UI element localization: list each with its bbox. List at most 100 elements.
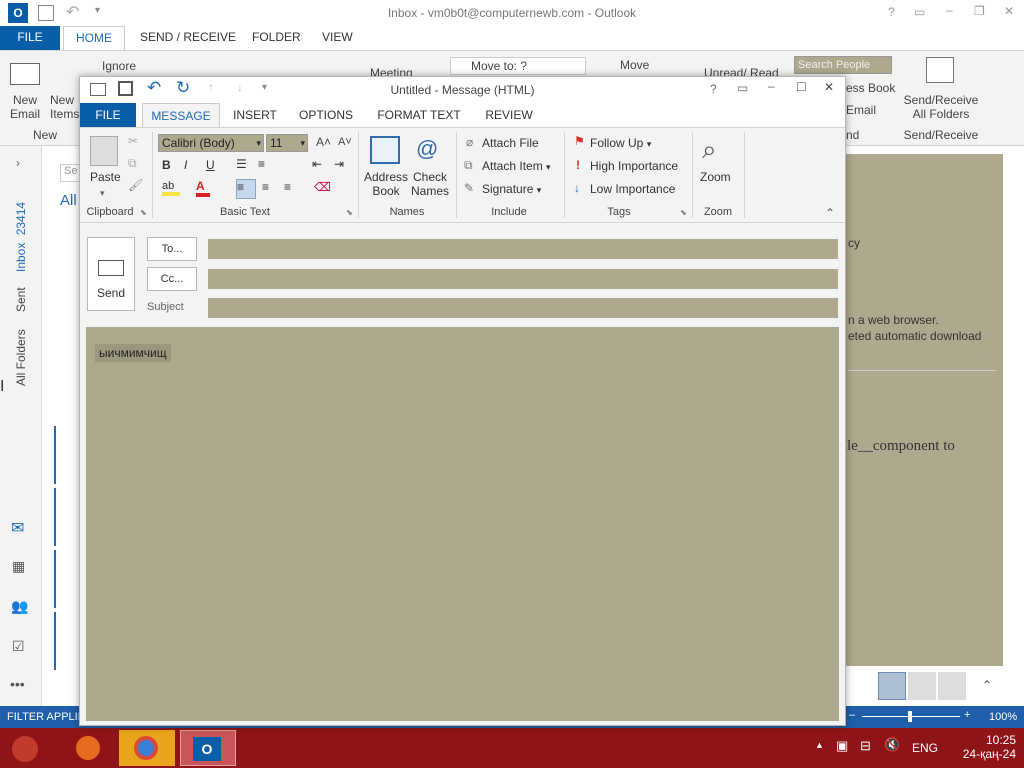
zoom-in-icon[interactable]: + [964,709,970,721]
move-to-quick-step[interactable]: Move to: ? [450,57,586,75]
minimize-icon[interactable]: – [946,3,953,17]
clock[interactable]: 10:25 24-қаң-24 [944,733,1016,761]
cc-field[interactable] [208,269,838,289]
show-hidden-icons-icon[interactable]: ▲ [815,740,824,750]
to-button[interactable]: To... [147,237,197,261]
close-icon[interactable]: ✕ [824,80,834,94]
people-pane-avatar[interactable] [878,672,906,700]
firefox-taskbar-button[interactable] [62,730,118,766]
people-pane-avatar[interactable] [908,672,936,700]
tab-review[interactable]: REVIEW [480,103,538,127]
tab-format-text[interactable]: FORMAT TEXT [374,103,464,127]
attach-item-button[interactable]: Attach Item ▾ [482,159,551,173]
numbering-icon[interactable]: ≡ [258,157,265,171]
tab-options[interactable]: OPTIONS [294,103,358,127]
restore-icon[interactable]: ❐ [974,4,985,18]
tab-insert[interactable]: INSERT [230,103,280,127]
copy-icon[interactable]: ⧉ [128,156,137,171]
italic-icon[interactable]: I [184,158,187,172]
close-icon[interactable]: ✕ [1004,4,1014,18]
zoom-magnifier-icon[interactable]: ⌕ [702,134,717,166]
font-name-select[interactable]: Calibri (Body) ▾ [158,134,264,152]
tab-folder[interactable]: FOLDER [252,26,301,50]
collapse-ribbon-icon[interactable]: ⌃ [825,206,835,220]
ribbon-display-icon[interactable]: ▭ [914,5,925,19]
send-receive-all-button[interactable]: Send/Receive All Folders [900,93,982,121]
tab-file[interactable]: FILE [0,26,60,50]
check-names-icon[interactable]: @ [416,136,438,162]
new-items-button[interactable]: New Items [50,93,80,121]
action-center-icon[interactable]: ▣ [836,738,848,754]
paste-icon[interactable] [90,136,118,166]
tab-file[interactable]: FILE [80,103,136,127]
minimize-icon[interactable]: – [768,79,775,93]
mail-icon[interactable]: ✉ [11,518,24,538]
underline-icon[interactable]: U [206,158,215,172]
address-book-button[interactable]: Address Book [362,170,410,198]
grow-font-icon[interactable]: A˄ [316,135,331,149]
send-button[interactable]: Send [87,237,135,311]
sent-folder-item[interactable]: Sent [14,287,28,312]
move-button[interactable]: Move [620,58,649,72]
all-filter[interactable]: All [60,192,77,209]
attach-file-button[interactable]: Attach File [482,136,539,150]
input-language[interactable]: ENG [912,741,938,755]
collapse-header-icon[interactable]: ⌃ [980,352,990,366]
people-pane-avatar[interactable] [938,672,966,700]
shrink-font-icon[interactable]: A˅ [338,136,352,148]
volume-muted-icon[interactable]: 🔇 [884,737,900,753]
calendar-icon[interactable]: ▦ [12,558,25,575]
highlight-icon[interactable]: ab [162,180,180,196]
message-body-text[interactable]: ыичмимчищ [95,344,171,362]
message-body[interactable] [86,327,839,721]
cc-button[interactable]: Cc... [147,267,197,291]
network-icon[interactable]: ⊟ [860,738,871,754]
paste-button[interactable]: Paste [90,170,121,184]
increase-indent-icon[interactable]: ⇥ [334,157,344,171]
new-email-icon[interactable] [10,63,40,85]
clear-formatting-icon[interactable]: ⌫ [314,180,331,194]
all-folders-item[interactable]: All Folders [14,329,28,386]
maximize-icon[interactable]: ☐ [796,80,807,94]
new-email-button[interactable]: New Email [4,93,46,121]
paste-dropdown-icon[interactable]: ▾ [100,188,105,199]
tab-message[interactable]: MESSAGE [142,103,220,127]
basic-text-launcher-icon[interactable]: ⬊ [346,208,353,217]
high-importance-button[interactable]: High Importance [590,159,678,173]
bullets-icon[interactable]: ☰ [236,157,247,171]
filter-email-button[interactable]: Email [846,103,876,117]
align-center-icon[interactable]: ≡ [262,180,269,194]
font-size-select[interactable]: 11 ▾ [266,134,308,152]
search-people-input[interactable]: Search People [794,56,892,74]
more-icon[interactable]: ••• [10,676,25,692]
format-painter-icon[interactable]: 🖌 [128,178,143,192]
expand-folder-pane-icon[interactable]: › [16,156,20,170]
tab-home[interactable]: HOME [63,26,125,50]
decrease-indent-icon[interactable]: ⇤ [312,157,322,171]
align-left-icon[interactable]: ≡ [236,179,256,199]
tasks-icon[interactable]: ☑ [12,638,25,655]
subject-field[interactable] [208,298,838,318]
tab-send-receive[interactable]: SEND / RECEIVE [140,26,236,50]
font-color-icon[interactable]: A [196,179,210,197]
align-right-icon[interactable]: ≡ [284,180,291,194]
send-receive-icon[interactable] [926,57,954,83]
tab-view[interactable]: VIEW [322,26,353,50]
inbox-folder-item[interactable]: Inbox 23414 [14,202,28,272]
address-book-icon[interactable] [370,136,400,164]
to-field[interactable] [208,239,838,259]
start-button-icon[interactable] [12,736,38,762]
check-names-button[interactable]: Check Names [408,170,452,198]
tags-launcher-icon[interactable]: ⬊ [680,208,687,217]
signature-button[interactable]: Signature ▾ [482,182,541,196]
clipboard-launcher-icon[interactable]: ⬊ [140,208,147,217]
outlook-taskbar-button[interactable]: O [180,730,236,766]
low-importance-button[interactable]: Low Importance [590,182,675,196]
bold-icon[interactable]: B [162,158,171,172]
help-icon[interactable]: ? [710,82,717,96]
follow-up-button[interactable]: Follow Up ▾ [590,136,651,150]
chrome-taskbar-button[interactable] [119,730,175,766]
zoom-out-icon[interactable]: – [849,709,855,721]
expand-people-pane-icon[interactable]: ⌃ [982,678,992,692]
help-icon[interactable]: ? [888,5,895,19]
